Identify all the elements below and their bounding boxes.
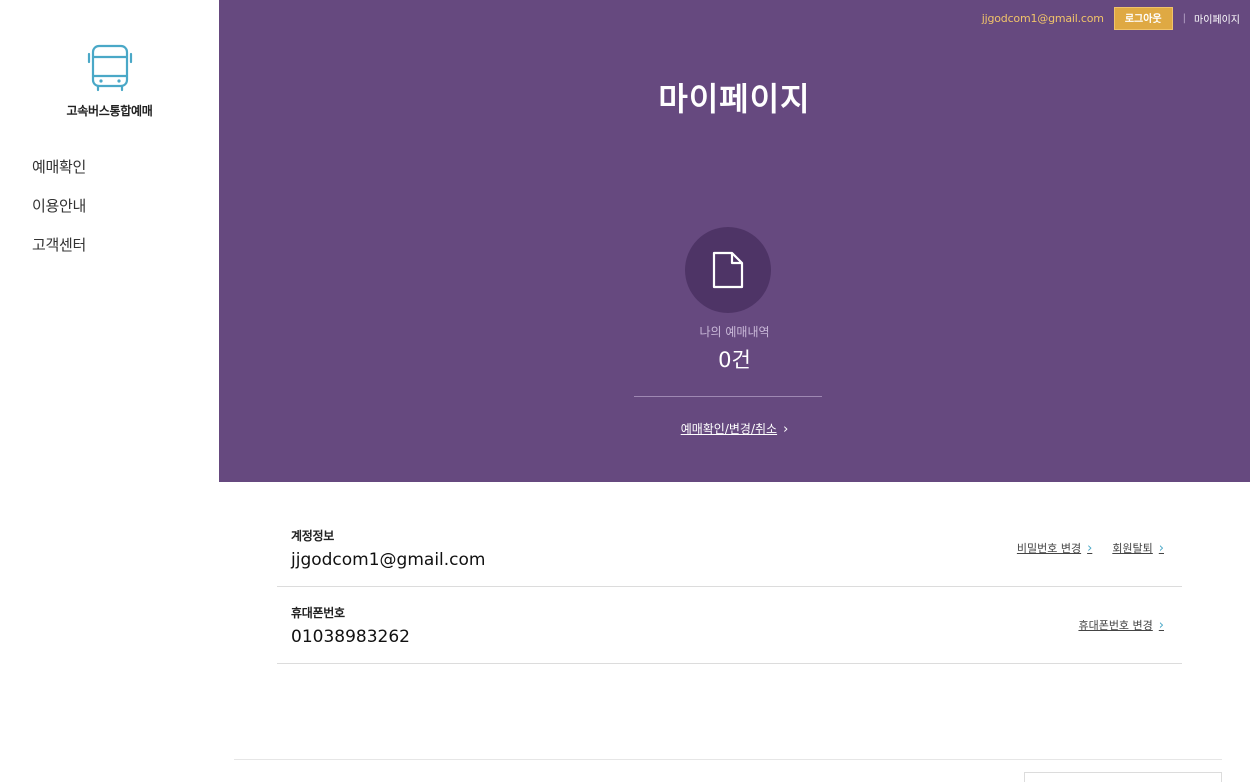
sidebar-item-customer-center[interactable]: 고객센터 [32,233,86,272]
chevron-right-icon: › [1158,540,1164,556]
history-label: 나의 예매내역 [699,325,770,339]
mypage-hero: jjgodcom1@gmail.com 로그아웃 | 마이페이지 마이페이지 나… [219,0,1250,482]
divider-line [634,396,822,397]
account-info-row: 계정정보 jjgodcom1@gmail.com 비밀번호 변경 › 회원탈퇴 › [277,510,1182,587]
logout-button[interactable]: 로그아웃 [1113,7,1173,30]
chevron-right-icon: › [1158,617,1164,633]
withdraw-membership-link[interactable]: 회원탈퇴 › [1112,540,1164,556]
mypage-link[interactable]: 마이페이지 [1194,11,1240,26]
logo-text: 고속버스통합예매 [66,104,153,118]
divider: | [1182,13,1186,24]
page-title: 마이페이지 [658,80,811,118]
phone-actions: 휴대폰번호 변경 › [1058,617,1164,633]
history-icon-circle [685,227,771,313]
user-email: jjgodcom1@gmail.com [981,12,1104,25]
change-phone-link[interactable]: 휴대폰번호 변경 › [1078,617,1164,633]
sidebar-nav: 예매확인 이용안내 고객센터 [32,155,86,272]
phone-value: 01038983262 [291,627,410,647]
account-actions: 비밀번호 변경 › 회원탈퇴 › [997,540,1164,556]
footer-divider [234,759,1222,760]
account-info-label: 계정정보 [291,529,334,543]
change-phone-label[interactable]: 휴대폰번호 변경 [1078,617,1152,633]
document-icon [712,251,744,289]
history-count: 0건 [718,348,751,372]
sidebar-item-reservation-check[interactable]: 예매확인 [32,155,86,194]
chevron-right-icon: › [783,422,789,437]
chevron-right-icon: › [1087,540,1093,556]
withdraw-membership-label[interactable]: 회원탈퇴 [1112,540,1152,556]
change-password-label[interactable]: 비밀번호 변경 [1017,540,1081,556]
footer-select-box[interactable] [1024,772,1222,782]
phone-row: 휴대폰번호 01038983262 휴대폰번호 변경 › [277,587,1182,664]
logo[interactable]: 고속버스통합예매 [0,40,219,119]
change-password-link[interactable]: 비밀번호 변경 › [1017,540,1092,556]
reservation-manage-link[interactable]: 예매확인/변경/취소 › [219,420,1250,437]
sidebar-item-usage-guide[interactable]: 이용안내 [32,194,86,233]
sidebar: 고속버스통합예매 예매확인 이용안내 고객센터 [0,0,219,779]
bus-icon [87,44,132,92]
reservation-manage-link-label[interactable]: 예매확인/변경/취소 [681,422,777,436]
top-bar: jjgodcom1@gmail.com 로그아웃 | 마이페이지 [982,7,1240,30]
account-section: 계정정보 jjgodcom1@gmail.com 비밀번호 변경 › 회원탈퇴 › … [277,510,1182,664]
phone-label: 휴대폰번호 [291,606,345,620]
account-email-value: jjgodcom1@gmail.com [291,550,486,570]
